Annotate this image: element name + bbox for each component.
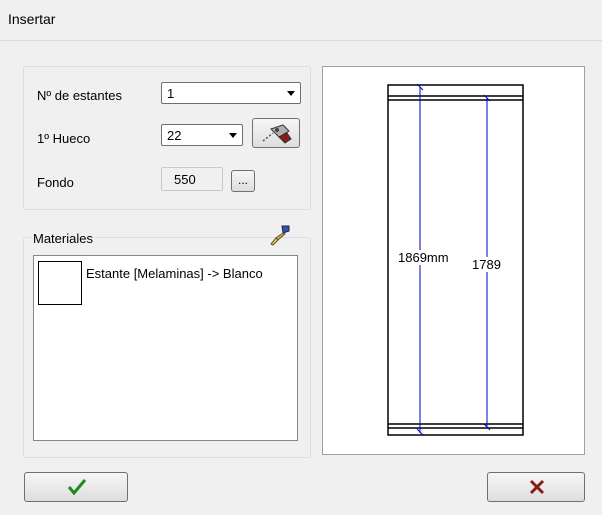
depth-value: 550 [174,172,196,187]
drill-icon [262,124,292,144]
depth-options-label: ... [237,173,248,187]
paint-brush-icon[interactable] [268,223,292,247]
depth-field: 550 [161,167,223,191]
checkmark-icon [67,479,87,496]
inner-height-label: 1789 [472,257,501,272]
material-swatch [38,261,82,305]
shelves-select[interactable]: 1 [161,82,301,104]
window-title: Insertar [8,11,56,27]
material-item-label: Estante [Melaminas] -> Blanco [86,266,263,281]
title-bar: Insertar [0,0,602,41]
total-height-label: 1869mm [398,250,449,265]
ok-button[interactable] [24,472,128,502]
first-gap-label: 1º Hueco [37,131,91,146]
depth-options-button[interactable]: ... [231,170,255,192]
chevron-down-icon [287,91,295,96]
x-icon [529,479,545,495]
list-item[interactable]: Estante [Melaminas] -> Blanco [37,259,293,309]
cabinet-drawing [387,83,524,436]
materials-list[interactable]: Estante [Melaminas] -> Blanco [33,255,298,441]
cabinet-preview: 1869mm 1789 [322,66,585,455]
shelves-label: Nº de estantes [37,88,122,103]
cancel-button[interactable] [487,472,585,502]
shelves-value: 1 [167,86,175,101]
pick-gap-button[interactable] [252,118,300,148]
materials-label: Materiales [31,231,95,246]
first-gap-value: 22 [167,128,182,143]
depth-label: Fondo [37,175,74,190]
first-gap-select[interactable]: 22 [161,124,243,146]
chevron-down-icon [229,133,237,138]
